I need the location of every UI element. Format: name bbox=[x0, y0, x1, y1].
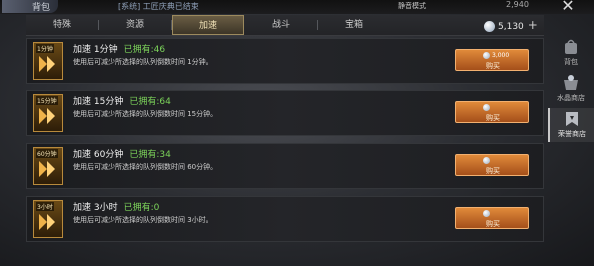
buy-button[interactable]: 3,000 购买 bbox=[455, 49, 529, 71]
mode-label[interactable]: 静音模式 bbox=[398, 1, 426, 11]
page-title: 背包 bbox=[32, 3, 51, 13]
item-badge: 1分钟 bbox=[36, 44, 54, 53]
item-badge: 3小时 bbox=[36, 202, 54, 211]
currency-value: 5,130 bbox=[498, 22, 524, 32]
tab-battle[interactable]: 战斗 bbox=[245, 15, 317, 35]
item-name: 加速 1分钟 已拥有:46 bbox=[73, 42, 165, 55]
crystal-coin-icon bbox=[483, 157, 490, 164]
top-bar: 背包 [系统] 工匠庆典已结束 静音模式 2,940 ✕ bbox=[0, 0, 594, 14]
item-title: 加速 15分钟 bbox=[73, 97, 124, 107]
category-tabs: 特殊 资源 加速 战斗 宝箱 bbox=[26, 15, 544, 36]
sidebar-item-crystal-shop[interactable]: 水晶商店 bbox=[548, 72, 594, 106]
buy-label: 购买 bbox=[486, 167, 500, 175]
close-icon[interactable]: ✕ bbox=[560, 0, 576, 14]
crystal-coin-icon bbox=[484, 21, 495, 32]
tab-resources[interactable]: 资源 bbox=[99, 15, 171, 35]
item-description: 使用后可减少所选择的队列倒数时间 3小时。 bbox=[73, 216, 213, 224]
item-title: 加速 60分钟 bbox=[73, 150, 124, 160]
item-owned-count: 已拥有:46 bbox=[123, 45, 166, 55]
sidebar-item-label: 荣誉商店 bbox=[558, 130, 586, 138]
item-badge: 60分钟 bbox=[36, 149, 58, 158]
sidebar-item-label: 水晶商店 bbox=[557, 94, 585, 102]
buy-label: 购买 bbox=[486, 220, 500, 228]
tab-speedup[interactable]: 加速 bbox=[172, 15, 244, 35]
item-title: 加速 3小时 bbox=[73, 203, 118, 213]
item-owned-count: 已拥有:64 bbox=[129, 97, 171, 107]
buy-button[interactable]: 购买 bbox=[455, 154, 529, 176]
crystal-shop-icon bbox=[564, 75, 578, 90]
speedup-arrow-icon: 60分钟 bbox=[33, 147, 63, 185]
list-item: 1分钟 加速 1分钟 已拥有:46 使用后可减少所选择的队列倒数时间 1分钟。 3… bbox=[26, 38, 544, 84]
buy-label: 购买 bbox=[486, 62, 500, 70]
speedup-arrow-icon: 1分钟 bbox=[33, 42, 63, 80]
crystal-coin-icon bbox=[483, 104, 490, 111]
system-notice[interactable]: [系统] 工匠庆典已结束 bbox=[118, 1, 199, 12]
crystal-coin-icon bbox=[483, 210, 490, 217]
sidebar-item-honor-shop[interactable]: 荣誉商店 bbox=[548, 108, 594, 142]
item-badge: 15分钟 bbox=[36, 96, 58, 105]
add-currency-icon[interactable]: + bbox=[528, 17, 538, 33]
sidebar-item-label: 背包 bbox=[564, 58, 578, 66]
buy-button[interactable]: 购买 bbox=[455, 101, 529, 123]
item-description: 使用后可减少所选择的队列倒数时间 60分钟。 bbox=[73, 163, 218, 171]
item-name: 加速 60分钟 已拥有:34 bbox=[73, 147, 171, 160]
resource-counter: 2,940 bbox=[506, 0, 529, 9]
crystal-coin-icon bbox=[483, 52, 490, 59]
buy-price: 3,000 bbox=[492, 52, 510, 59]
item-title: 加速 1分钟 bbox=[73, 45, 118, 55]
buy-label: 购买 bbox=[486, 114, 500, 122]
list-item: 3小时 加速 3小时 已拥有:0 使用后可减少所选择的队列倒数时间 3小时。 购买 bbox=[26, 196, 544, 242]
item-description: 使用后可减少所选择的队列倒数时间 1分钟。 bbox=[73, 58, 213, 66]
tab-chest[interactable]: 宝箱 bbox=[318, 15, 390, 35]
speedup-arrow-icon: 15分钟 bbox=[33, 94, 63, 132]
speedup-arrow-icon: 3小时 bbox=[33, 200, 63, 238]
item-name: 加速 3小时 已拥有:0 bbox=[73, 200, 159, 213]
bag-icon bbox=[565, 39, 577, 54]
list-item: 15分钟 加速 15分钟 已拥有:64 使用后可减少所选择的队列倒数时间 15分钟… bbox=[26, 90, 544, 136]
sidebar-item-bag[interactable]: 背包 bbox=[548, 36, 594, 70]
item-name: 加速 15分钟 已拥有:64 bbox=[73, 94, 171, 107]
item-description: 使用后可减少所选择的队列倒数时间 15分钟。 bbox=[73, 110, 218, 118]
tab-special[interactable]: 特殊 bbox=[26, 15, 98, 35]
item-owned-count: 已拥有:0 bbox=[123, 203, 160, 213]
honor-shop-icon bbox=[566, 112, 578, 126]
item-owned-count: 已拥有:34 bbox=[129, 150, 171, 160]
buy-button[interactable]: 购买 bbox=[455, 207, 529, 229]
list-item: 60分钟 加速 60分钟 已拥有:34 使用后可减少所选择的队列倒数时间 60分钟… bbox=[26, 143, 544, 189]
currency-display: 5,130 + bbox=[484, 17, 538, 33]
